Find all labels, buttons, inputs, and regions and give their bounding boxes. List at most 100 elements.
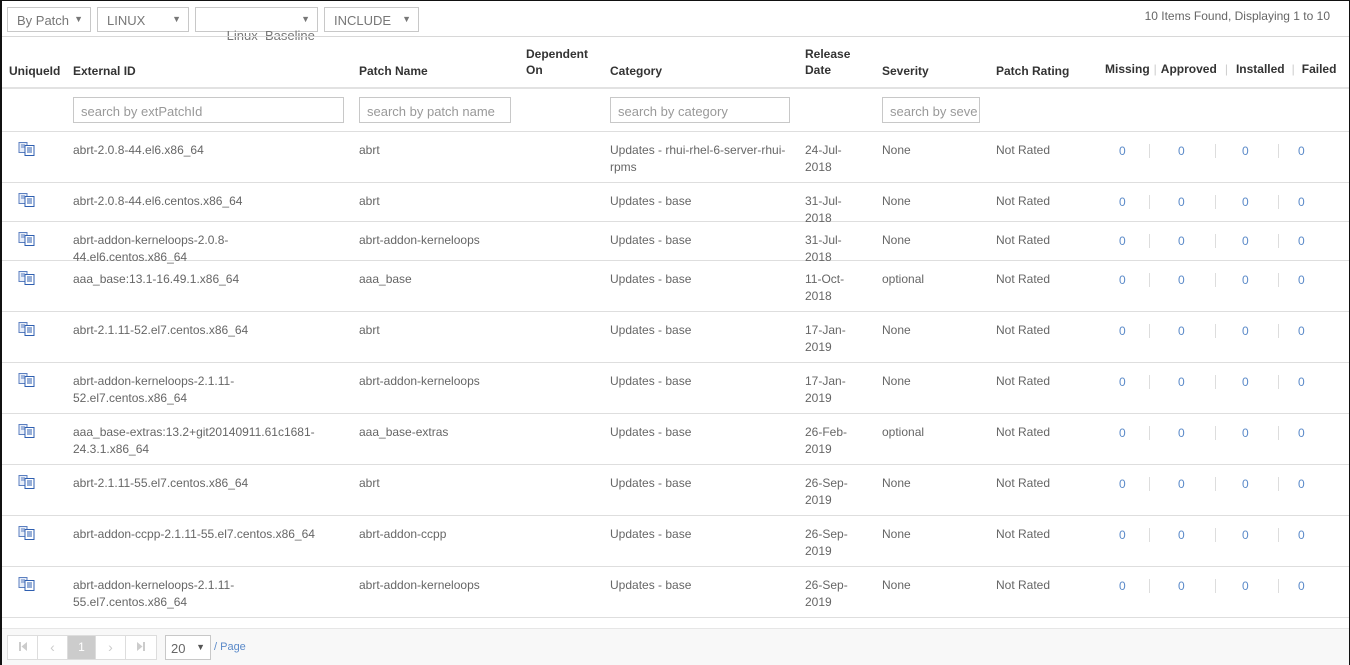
baseline-select[interactable]: Linux Baseline ▼ (195, 7, 318, 43)
os-select[interactable]: LINUX ▼ (97, 7, 189, 32)
installed-count-link[interactable]: 0 (1242, 375, 1249, 389)
table-row[interactable]: abrt-addon-kerneloops-2.1.11-55.el7.cent… (2, 567, 1349, 618)
approved-count-link[interactable]: 0 (1178, 375, 1185, 389)
table-row[interactable]: abrt-2.1.11-55.el7.centos.x86_64 abrt Up… (2, 465, 1349, 516)
copy-documents-icon[interactable] (18, 424, 36, 438)
column-header-unique-id[interactable]: UniqueId (9, 63, 60, 79)
table-row[interactable]: abrt-addon-ccpp-2.1.11-55.el7.centos.x86… (2, 516, 1349, 567)
column-header-release-line2: Date (805, 63, 832, 77)
missing-count-link[interactable]: 0 (1119, 477, 1126, 491)
missing-count-link[interactable]: 0 (1119, 426, 1126, 440)
os-select-value: LINUX (107, 13, 146, 28)
failed-count-link[interactable]: 0 (1298, 234, 1305, 248)
failed-count-link[interactable]: 0 (1298, 144, 1305, 158)
missing-count-link[interactable]: 0 (1119, 195, 1126, 209)
separator (1278, 579, 1279, 593)
include-select[interactable]: INCLUDE ▼ (324, 7, 419, 32)
first-page-button[interactable] (8, 636, 38, 659)
table-row[interactable]: aaa_base-extras:13.2+git20140911.61c1681… (2, 414, 1349, 465)
failed-count-link[interactable]: 0 (1298, 528, 1305, 542)
missing-count-link[interactable]: 0 (1119, 324, 1126, 338)
separator (1278, 528, 1279, 542)
view-select-value: By Patch (17, 13, 70, 28)
approved-count-link[interactable]: 0 (1178, 477, 1185, 491)
copy-documents-icon[interactable] (18, 373, 36, 387)
column-header-patch-name[interactable]: Patch Name (359, 63, 428, 79)
external-id-search-input[interactable] (73, 97, 344, 123)
copy-documents-icon[interactable] (18, 475, 36, 489)
installed-count-link[interactable]: 0 (1242, 477, 1249, 491)
installed-count-link[interactable]: 0 (1242, 579, 1249, 593)
table-row[interactable]: abrt-addon-kerneloops-2.1.11-52.el7.cent… (2, 363, 1349, 414)
page-1-button[interactable]: 1 (68, 636, 96, 659)
installed-count-link[interactable]: 0 (1242, 273, 1249, 287)
severity-search-input[interactable] (882, 97, 980, 123)
category-search-input[interactable] (610, 97, 790, 123)
severity-cell: optional (882, 272, 925, 286)
column-header-installed[interactable]: Installed (1236, 62, 1285, 76)
last-page-button[interactable] (126, 636, 156, 659)
installed-count-link[interactable]: 0 (1242, 195, 1249, 209)
approved-count-link[interactable]: 0 (1178, 273, 1185, 287)
copy-documents-icon[interactable] (18, 322, 36, 336)
approved-count-link[interactable]: 0 (1178, 528, 1185, 542)
failed-count-link[interactable]: 0 (1298, 579, 1305, 593)
view-select[interactable]: By Patch ▼ (7, 7, 91, 32)
external-id-cell: abrt-2.0.8-44.el6.x86_64 (73, 143, 204, 157)
column-header-patch-rating[interactable]: Patch Rating (996, 63, 1069, 79)
copy-documents-icon[interactable] (18, 577, 36, 591)
column-header-missing[interactable]: Missing (1105, 62, 1150, 76)
installed-count-link[interactable]: 0 (1242, 144, 1249, 158)
separator (1215, 324, 1216, 338)
table-row[interactable]: abrt-2.0.8-44.el6.centos.x86_64 abrt Upd… (2, 183, 1349, 225)
table-row[interactable]: abrt-2.0.8-44.el6.x86_64 abrt Updates - … (2, 132, 1349, 183)
release-date-cell: 26-Feb-2019 (805, 425, 848, 456)
category-cell: Updates - base (610, 578, 692, 592)
column-header-category[interactable]: Category (610, 63, 662, 79)
installed-count-link[interactable]: 0 (1242, 426, 1249, 440)
failed-count-link[interactable]: 0 (1298, 195, 1305, 209)
missing-count-link[interactable]: 0 (1119, 234, 1126, 248)
failed-count-link[interactable]: 0 (1298, 324, 1305, 338)
installed-count-link[interactable]: 0 (1242, 528, 1249, 542)
approved-count-link[interactable]: 0 (1178, 144, 1185, 158)
column-header-external-id[interactable]: External ID (73, 63, 136, 79)
failed-count-link[interactable]: 0 (1298, 477, 1305, 491)
table-row[interactable]: abrt-2.1.11-52.el7.centos.x86_64 abrt Up… (2, 312, 1349, 363)
table-row[interactable]: abrt-addon-kerneloops-2.0.8-44.el6.cento… (2, 222, 1349, 264)
column-header-dependent-on[interactable]: Dependent On (526, 46, 588, 78)
approved-count-link[interactable]: 0 (1178, 195, 1185, 209)
next-page-button[interactable]: › (96, 636, 126, 659)
copy-documents-icon[interactable] (18, 232, 36, 246)
page-size-select[interactable]: 20 ▼ (165, 635, 211, 660)
missing-count-link[interactable]: 0 (1119, 273, 1126, 287)
copy-documents-icon[interactable] (18, 142, 36, 156)
approved-count-link[interactable]: 0 (1178, 426, 1185, 440)
column-header-release-date[interactable]: Release Date (805, 46, 850, 78)
table-row[interactable]: aaa_base:13.1-16.49.1.x86_64 aaa_base Up… (2, 261, 1349, 312)
filter-toolbar: By Patch ▼ LINUX ▼ Linux Baseline ▼ INCL… (7, 7, 419, 43)
copy-documents-icon[interactable] (18, 193, 36, 207)
patch-name-search-input[interactable] (359, 97, 511, 123)
failed-count-link[interactable]: 0 (1298, 375, 1305, 389)
release-date-cell: 17-Jan-2019 (805, 374, 846, 405)
column-header-severity[interactable]: Severity (882, 63, 929, 79)
installed-count-link[interactable]: 0 (1242, 234, 1249, 248)
approved-count-link[interactable]: 0 (1178, 579, 1185, 593)
installed-count-link[interactable]: 0 (1242, 324, 1249, 338)
approved-count-link[interactable]: 0 (1178, 234, 1185, 248)
missing-count-link[interactable]: 0 (1119, 579, 1126, 593)
release-date-cell: 26-Sep-2019 (805, 578, 848, 609)
patch-table-body: abrt-2.0.8-44.el6.x86_64 abrt Updates - … (2, 132, 1349, 618)
failed-count-link[interactable]: 0 (1298, 426, 1305, 440)
copy-documents-icon[interactable] (18, 526, 36, 540)
missing-count-link[interactable]: 0 (1119, 144, 1126, 158)
column-header-approved[interactable]: Approved (1161, 62, 1217, 76)
approved-count-link[interactable]: 0 (1178, 324, 1185, 338)
copy-documents-icon[interactable] (18, 271, 36, 285)
column-header-failed[interactable]: Failed (1302, 62, 1337, 76)
missing-count-link[interactable]: 0 (1119, 528, 1126, 542)
missing-count-link[interactable]: 0 (1119, 375, 1126, 389)
prev-page-button[interactable]: ‹ (38, 636, 68, 659)
failed-count-link[interactable]: 0 (1298, 273, 1305, 287)
